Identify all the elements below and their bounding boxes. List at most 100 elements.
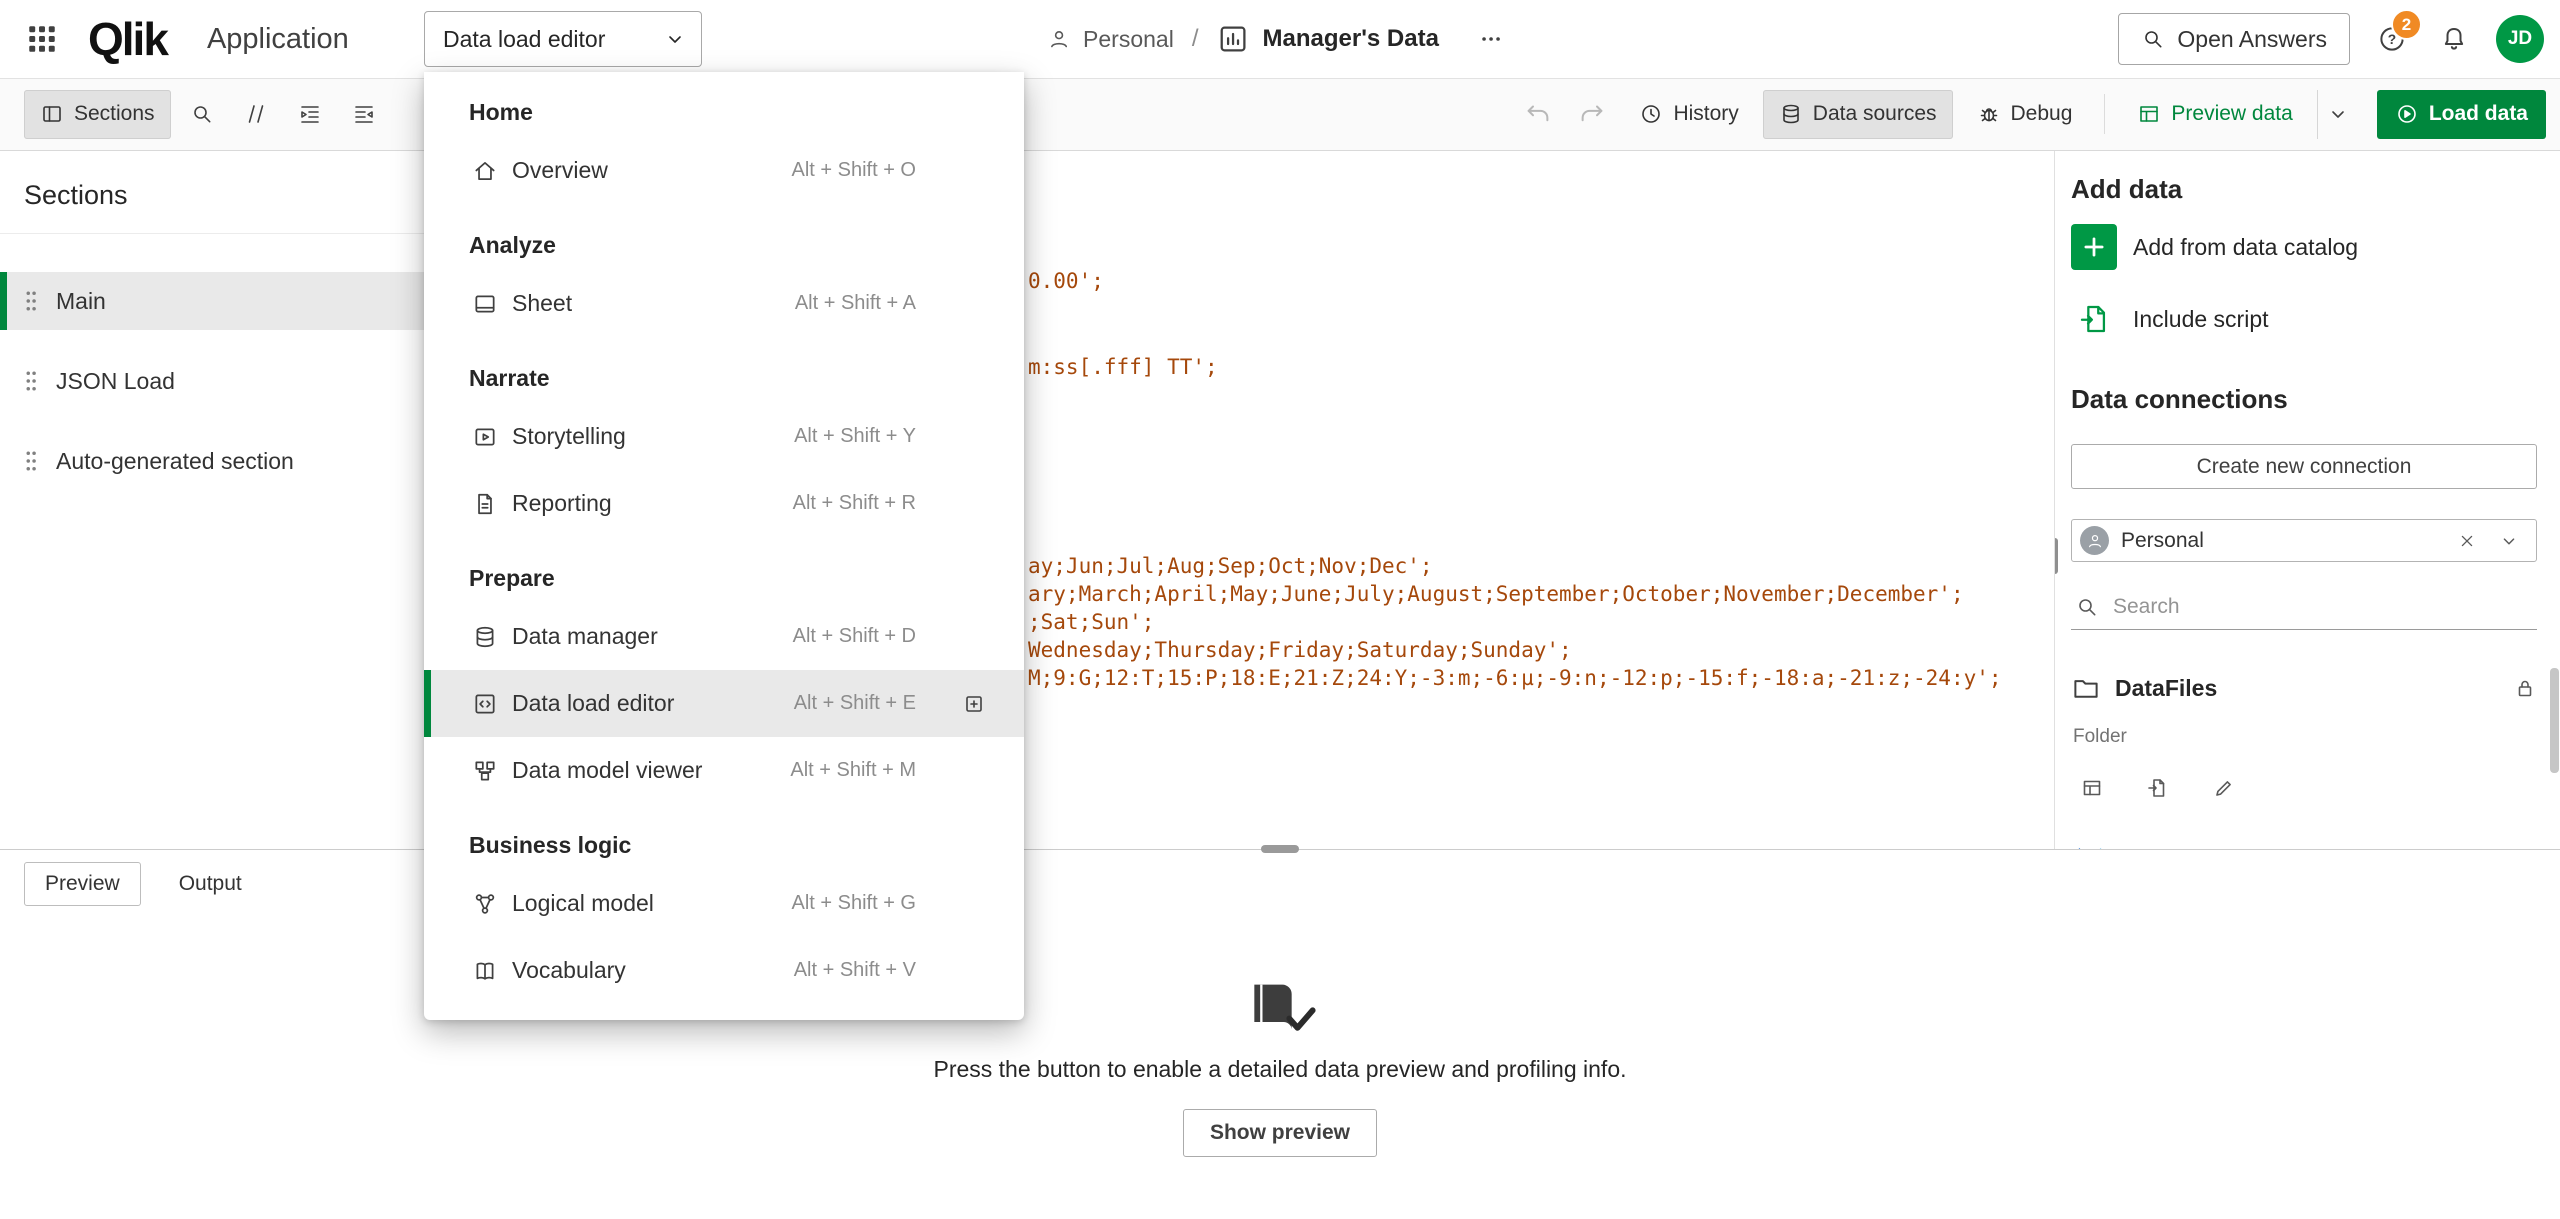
- notifications-button[interactable]: [2434, 19, 2474, 59]
- space-filter-value: Personal: [2121, 529, 2440, 553]
- section-item-json-load[interactable]: JSON Load: [0, 352, 424, 410]
- connection-item-datafiles[interactable]: DataFiles: [2071, 666, 2537, 710]
- create-connection-button[interactable]: Create new connection: [2071, 444, 2537, 489]
- insert-connection-button[interactable]: [2139, 768, 2177, 808]
- person-icon: [1047, 27, 1071, 51]
- vocabulary-book-icon: [472, 958, 498, 984]
- menu-item-storytelling[interactable]: Storytelling Alt + Shift + Y: [424, 403, 1024, 470]
- menu-item-data-manager[interactable]: Data manager Alt + Shift + D: [424, 603, 1024, 670]
- toolbar-divider: [2104, 94, 2105, 134]
- help-button[interactable]: ? 2: [2372, 19, 2412, 59]
- include-script-label: Include script: [2133, 306, 2269, 333]
- sections-panel: Sections Main JSON Load: [0, 150, 425, 849]
- notifications-badge: 2: [2391, 9, 2422, 40]
- data-sources-button[interactable]: Data sources: [1763, 90, 1953, 139]
- clear-space-filter-button[interactable]: [2452, 526, 2482, 556]
- code-line: m:ss[.fff] TT';: [1028, 353, 1218, 381]
- tab-preview[interactable]: Preview: [24, 862, 141, 906]
- space-filter-dropdown[interactable]: Personal: [2071, 519, 2537, 562]
- app-launcher-button[interactable]: [18, 15, 66, 63]
- breadcrumb-separator: /: [1192, 25, 1199, 53]
- scrollbar-thumb[interactable]: [2550, 668, 2559, 773]
- preview-data-label: Preview data: [2171, 102, 2292, 126]
- open-new-window-icon: [962, 692, 986, 716]
- drag-handle-icon[interactable]: [24, 370, 38, 392]
- editor-toolbar: Sections: [0, 78, 2560, 151]
- preview-empty-message: Press the button to enable a detailed da…: [933, 1056, 1626, 1083]
- preview-table-icon: [2137, 102, 2161, 126]
- menu-item-sheet[interactable]: Sheet Alt + Shift + A: [424, 270, 1024, 337]
- indent-button[interactable]: [287, 91, 333, 137]
- history-button[interactable]: History: [1623, 90, 1754, 139]
- select-data-button[interactable]: [2073, 768, 2111, 808]
- code-line: 0.00';: [1028, 267, 1104, 295]
- undo-button[interactable]: [1515, 91, 1561, 137]
- preview-options-button[interactable]: [2317, 90, 2359, 139]
- comment-slashes-icon: [244, 102, 268, 126]
- space-filter-chevron-button[interactable]: [2494, 526, 2524, 556]
- outdent-button[interactable]: [341, 91, 387, 137]
- view-selector-value: Data load editor: [443, 26, 605, 53]
- connection-item-partial[interactable]: Pand: [2071, 836, 2537, 849]
- code-line: Wednesday;Thursday;Friday;Saturday;Sunda…: [1028, 636, 1572, 664]
- menu-item-logical-model[interactable]: Logical model Alt + Shift + G: [424, 870, 1024, 937]
- menu-shortcut: Alt + Shift + A: [795, 292, 916, 315]
- plus-icon: [2071, 224, 2117, 270]
- connections-search-input[interactable]: [2111, 594, 2533, 620]
- code-line: ;Sat;Sun';: [1028, 608, 1154, 636]
- menu-item-reporting[interactable]: Reporting Alt + Shift + R: [424, 470, 1024, 537]
- add-from-catalog-button[interactable]: Add from data catalog: [2071, 224, 2537, 270]
- search-icon: [190, 102, 214, 126]
- tab-output[interactable]: Output: [159, 863, 262, 905]
- preview-panel-tabs: Preview Output: [24, 862, 262, 906]
- add-data-title: Add data: [2071, 174, 2537, 204]
- search-script-button[interactable]: [179, 91, 225, 137]
- show-preview-button[interactable]: Show preview: [1183, 1109, 1377, 1157]
- debug-button[interactable]: Debug: [1961, 90, 2089, 139]
- open-in-new-tab-button[interactable]: [954, 684, 994, 724]
- sections-panel-divider: [0, 233, 424, 234]
- panel-resize-handle[interactable]: [1261, 845, 1299, 853]
- section-item-label: Main: [56, 288, 106, 315]
- menu-item-overview[interactable]: Overview Alt + Shift + O: [424, 137, 1024, 204]
- chevron-down-icon: [663, 27, 687, 51]
- load-data-label: Load data: [2429, 102, 2528, 126]
- menu-item-data-load-editor[interactable]: Data load editor Alt + Shift + E: [424, 670, 1024, 737]
- menu-shortcut: Alt + Shift + V: [794, 959, 916, 982]
- more-horizontal-icon: [1479, 27, 1503, 51]
- sections-toggle-button[interactable]: Sections: [24, 90, 171, 139]
- load-data-button[interactable]: Load data: [2377, 90, 2546, 139]
- menu-group-analyze: Analyze Sheet Alt + Shift + A: [424, 228, 1024, 337]
- preview-empty-state: Press the button to enable a detailed da…: [0, 980, 2560, 1157]
- menu-item-vocabulary[interactable]: Vocabulary Alt + Shift + V: [424, 937, 1024, 1004]
- comment-toggle-button[interactable]: [233, 91, 279, 137]
- user-avatar[interactable]: JD: [2496, 15, 2544, 63]
- undo-icon: [1523, 99, 1553, 129]
- redo-icon: [1577, 99, 1607, 129]
- section-item-main[interactable]: Main: [0, 272, 424, 330]
- edit-pencil-icon: [2212, 776, 2236, 800]
- drag-handle-icon[interactable]: [24, 290, 38, 312]
- redo-button[interactable]: [1569, 91, 1615, 137]
- add-from-catalog-label: Add from data catalog: [2133, 234, 2358, 261]
- drag-handle-icon[interactable]: [24, 450, 38, 472]
- open-answers-button[interactable]: Open Answers: [2118, 13, 2350, 65]
- menu-item-data-model-viewer[interactable]: Data model viewer Alt + Shift + M: [424, 737, 1024, 804]
- menu-shortcut: Alt + Shift + R: [793, 492, 916, 515]
- app-options-button[interactable]: [1469, 17, 1513, 61]
- breadcrumb-space[interactable]: Personal: [1083, 26, 1174, 53]
- section-item-auto-generated[interactable]: Auto-generated section: [0, 432, 424, 490]
- preview-data-button[interactable]: Preview data: [2121, 90, 2308, 139]
- qlik-logo[interactable]: Qlik: [88, 12, 167, 66]
- menu-group-title: Home: [424, 95, 1024, 129]
- sheet-icon: [472, 291, 498, 317]
- breadcrumb: Personal / Manager's Data: [1047, 0, 1513, 78]
- include-script-button[interactable]: Include script: [2071, 296, 2537, 342]
- menu-shortcut: Alt + Shift + G: [791, 892, 916, 915]
- data-manager-icon: [472, 624, 498, 650]
- app-icon: [1217, 22, 1251, 56]
- edit-connection-button[interactable]: [2205, 768, 2243, 808]
- panel-resize-grip[interactable]: [2054, 538, 2058, 574]
- view-selector-dropdown[interactable]: Data load editor: [424, 11, 702, 67]
- chevron-down-icon: [2326, 102, 2350, 126]
